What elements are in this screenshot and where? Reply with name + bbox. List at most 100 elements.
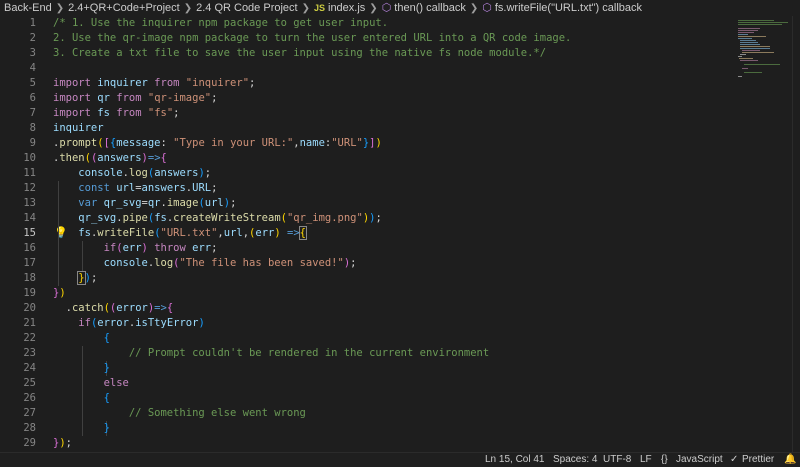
minimap-line: [744, 72, 762, 73]
code-line: {: [103, 392, 110, 404]
minimap-line: [738, 30, 758, 31]
bell-icon[interactable]: 🔔: [784, 453, 796, 467]
code-line: .catch((error)=>{: [53, 302, 174, 314]
code-line: {: [103, 332, 110, 344]
check-icon: ✓: [730, 454, 739, 465]
symbol-method-icon: ⬡: [482, 2, 492, 14]
code-line: .then((answers)=>{: [53, 152, 167, 164]
js-file-icon: JS: [313, 3, 325, 13]
minimap-line: [740, 54, 746, 55]
code-line: inquirer: [53, 122, 104, 134]
code-line: else: [103, 377, 129, 389]
minimap-line: [738, 22, 788, 23]
minimap-line: [738, 24, 782, 25]
line-number: 10: [23, 152, 36, 164]
code-line: .prompt([{message: "Type in your URL:",n…: [53, 137, 382, 149]
minimap-line: [740, 46, 770, 47]
breadcrumb-item-then-callback[interactable]: then() callback: [394, 2, 466, 14]
line-number: 26: [23, 392, 36, 404]
code-line: });: [77, 271, 98, 285]
line-number: 3: [29, 47, 36, 59]
line-number: 11: [23, 167, 36, 179]
chevron-right-icon: ❯: [301, 3, 310, 14]
code-line: if(error.isTtyError): [78, 317, 205, 329]
eol-setting[interactable]: LF: [640, 453, 652, 467]
braces-icon: {}: [661, 454, 668, 465]
code-line: });: [53, 437, 72, 449]
minimap-line: [738, 76, 742, 77]
line-number: 25: [23, 377, 36, 389]
cursor-position[interactable]: Ln 15, Col 41: [485, 453, 545, 467]
code-line: var qr_svg=qr.image(url);: [78, 197, 237, 209]
code-editor[interactable]: 1 2 3 4 5 6 7 8 9 10 11 12 13 14 15 16 1…: [0, 16, 736, 452]
line-number: 4: [29, 62, 36, 74]
minimap-line: [740, 44, 760, 45]
chevron-right-icon: ❯: [469, 3, 479, 14]
line-number: 28: [23, 422, 36, 434]
line-number: 9: [29, 137, 36, 149]
minimap-line: [742, 52, 774, 53]
minimap[interactable]: [736, 16, 792, 452]
line-number: 7: [29, 107, 36, 119]
line-number: 16: [23, 242, 36, 254]
code-line: qr_svg.pipe(fs.createWriteStream("qr_img…: [78, 212, 382, 224]
line-number-active: 15: [23, 227, 36, 239]
status-bar: Ln 15, Col 41 Spaces: 4 UTF-8 LF {} Java…: [0, 452, 800, 467]
minimap-line: [738, 34, 748, 35]
code-line: }: [103, 362, 110, 374]
line-number: 13: [23, 197, 36, 209]
line-number: 8: [29, 122, 36, 134]
language-mode[interactable]: JavaScript: [676, 453, 723, 467]
line-number: 24: [23, 362, 36, 374]
encoding-setting[interactable]: UTF-8: [603, 453, 631, 467]
minimap-line: [742, 68, 748, 69]
minimap-line: [740, 60, 758, 61]
breadcrumb-item-file[interactable]: index.js: [328, 2, 365, 14]
minimap-line: [740, 42, 758, 43]
code-line: console.log(answers);: [78, 167, 212, 179]
line-number: 23: [23, 347, 36, 359]
code-line: // Prompt couldn't be rendered in the cu…: [128, 347, 490, 359]
line-number: 20: [23, 302, 36, 314]
symbol-method-icon: ⬡: [381, 2, 392, 14]
minimap-line: [738, 28, 760, 29]
breadcrumb-item-writefile-callback[interactable]: fs.writeFile("URL.txt") callback: [495, 2, 642, 14]
indentation-setting[interactable]: Spaces: 4: [553, 453, 597, 467]
code-line: }): [53, 287, 66, 299]
line-number: 1: [29, 17, 36, 29]
line-number: 14: [23, 212, 36, 224]
code-line: console.log("The file has been saved!");: [103, 257, 357, 269]
code-line: 2. Use the qr-image npm package to turn …: [53, 32, 572, 44]
code-line: 3. Create a txt file to save the user in…: [53, 47, 547, 59]
minimap-line: [744, 64, 780, 65]
vertical-scrollbar[interactable]: [792, 16, 800, 452]
minimap-line: [738, 20, 774, 21]
line-number: 21: [23, 317, 36, 329]
minimap-line: [742, 50, 760, 51]
code-line: import qr from "qr-image";: [53, 92, 218, 104]
breadcrumb-item-project-folder[interactable]: 2.4+QR+Code+Project: [68, 2, 180, 14]
chevron-right-icon: ❯: [369, 3, 378, 14]
line-number: 6: [29, 92, 36, 104]
minimap-line: [739, 58, 753, 59]
breadcrumb-item-subfolder[interactable]: 2.4 QR Code Project: [196, 2, 298, 14]
code-line: // Something else went wrong: [128, 407, 306, 419]
code-line-active: fs.writeFile("URL.txt",url,(err) =>{: [78, 226, 308, 240]
line-number: 5: [29, 77, 36, 89]
code-line: import fs from "fs";: [53, 107, 180, 119]
breadcrumb-item-backend[interactable]: Back-End: [4, 2, 52, 14]
chevron-right-icon: ❯: [55, 3, 65, 14]
minimap-line: [738, 32, 754, 33]
code-line: }: [103, 422, 110, 434]
minimap-line: [740, 40, 756, 41]
code-line: if(err) throw err;: [103, 242, 218, 254]
prettier-status[interactable]: Prettier: [742, 453, 774, 467]
line-number: 2: [29, 32, 36, 44]
breadcrumb: Back-End ❯ 2.4+QR+Code+Project ❯ 2.4 QR Code…: [0, 0, 800, 16]
minimap-line: [738, 36, 766, 37]
code-line: /* 1. Use the inquirer npm package to ge…: [53, 17, 389, 29]
chevron-right-icon: ❯: [183, 3, 193, 14]
minimap-line: [738, 38, 752, 39]
minimap-line: [738, 56, 742, 57]
minimap-line: [740, 48, 770, 49]
